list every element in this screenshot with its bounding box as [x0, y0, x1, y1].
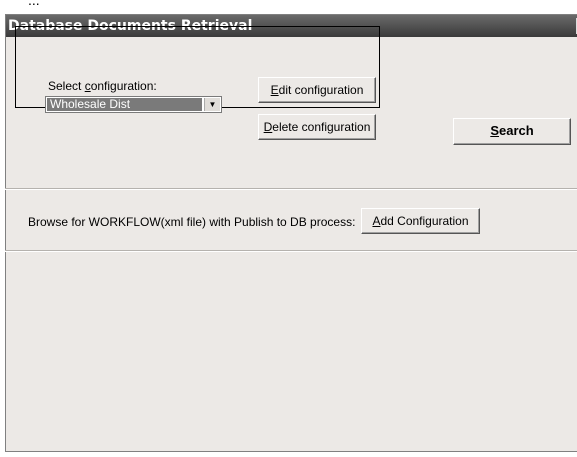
browse-workflow-label: Browse for WORKFLOW(xml file) with Publi…: [28, 215, 356, 229]
edit-configuration-button[interactable]: Edit configuration: [258, 77, 376, 103]
configuration-select-value: Wholesale Dist: [47, 98, 202, 111]
divider-1: [5, 188, 577, 190]
clipped-heading: ...: [28, 0, 40, 6]
configuration-select[interactable]: Wholesale Dist ▼: [45, 96, 222, 113]
chevron-down-icon[interactable]: ▼: [204, 98, 220, 111]
delete-configuration-button[interactable]: Delete configuration: [258, 114, 376, 140]
search-button[interactable]: Search: [453, 118, 571, 145]
add-configuration-button[interactable]: Add Configuration: [361, 208, 480, 234]
select-configuration-label: Select configuration:: [48, 79, 157, 93]
divider-2: [5, 250, 577, 252]
